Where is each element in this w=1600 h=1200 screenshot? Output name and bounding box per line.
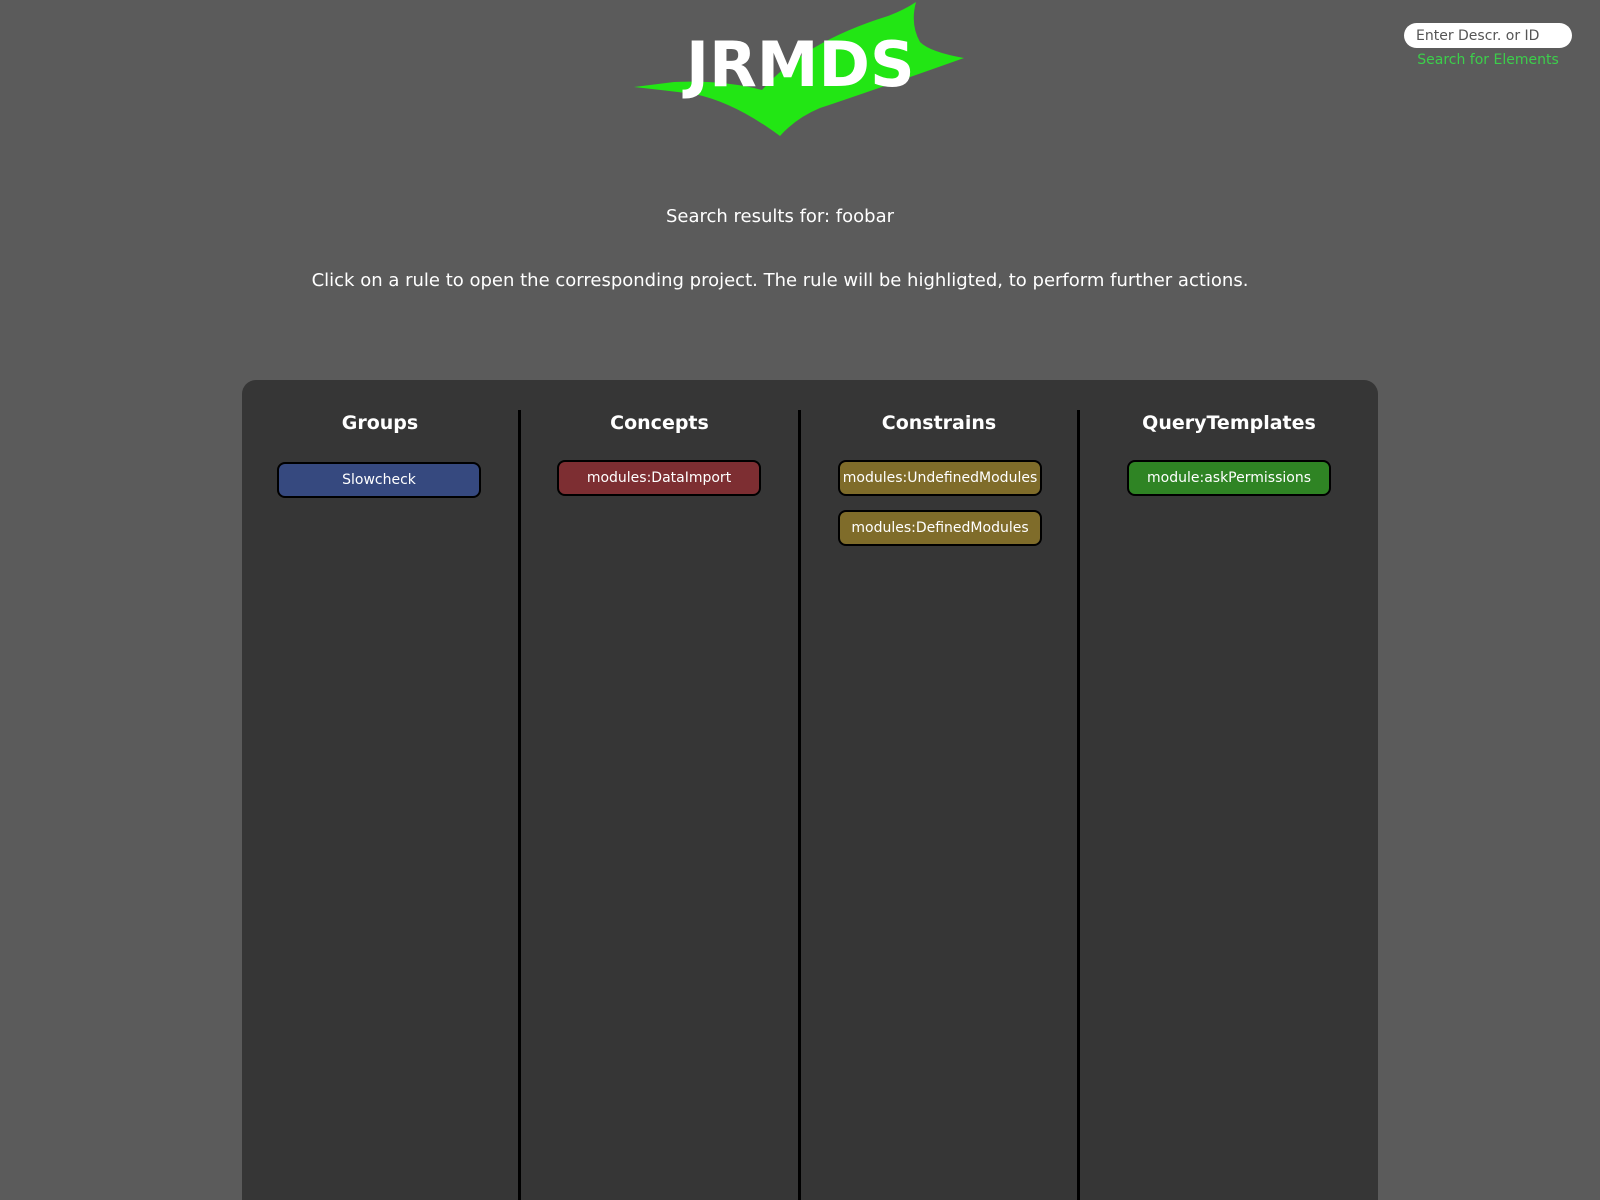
constraint-item-definedmodules[interactable]: modules:DefinedModules <box>838 510 1042 546</box>
groups-column-title: Groups <box>341 412 419 434</box>
constraint-item-undefinedmodules[interactable]: modules:UndefinedModules <box>838 460 1042 496</box>
constrains-column-title: Constrains <box>881 412 997 434</box>
search-for-elements-link[interactable]: Search for Elements <box>1404 52 1572 68</box>
results-panel: Groups Slowcheck Concepts modules:DataIm… <box>242 380 1378 1200</box>
concept-item-dataimport[interactable]: modules:DataImport <box>557 460 761 496</box>
querytemplates-column: QueryTemplates module:askPermissions <box>1080 380 1378 1200</box>
logo-text: JRMDS <box>686 28 915 101</box>
instructions-text: Click on a rule to open the correspondin… <box>311 270 1249 291</box>
constrains-column: Constrains modules:UndefinedModules modu… <box>801 380 1077 1200</box>
querytemplates-column-title: QueryTemplates <box>1142 412 1316 434</box>
groups-column: Groups Slowcheck <box>242 380 518 1200</box>
search-results-title: Search results for: foobar <box>665 206 895 227</box>
group-item-slowcheck[interactable]: Slowcheck <box>277 462 481 498</box>
concepts-column-title: Concepts <box>610 412 709 434</box>
search-input[interactable] <box>1404 23 1572 48</box>
jrmds-logo[interactable]: JRMDS <box>634 2 964 138</box>
concepts-column: Concepts modules:DataImport <box>521 380 798 1200</box>
page: JRMDS Search for Elements Search results… <box>0 0 1600 1200</box>
querytemplate-item-askpermissions[interactable]: module:askPermissions <box>1127 460 1331 496</box>
